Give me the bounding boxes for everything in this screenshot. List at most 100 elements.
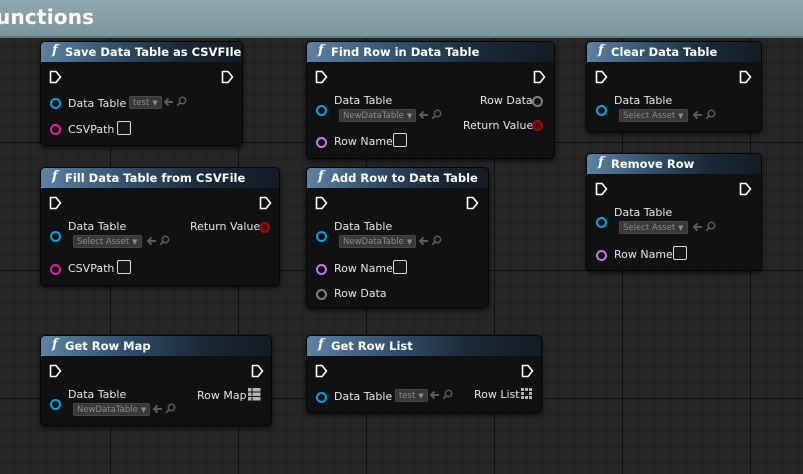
csv-path-checkbox[interactable] xyxy=(117,260,131,274)
use-selected-asset-arrow-icon[interactable] xyxy=(162,97,174,107)
function-icon: f xyxy=(598,155,604,170)
browse-asset-search-icon[interactable] xyxy=(431,235,442,246)
asset-dropdown-value: Select Asset xyxy=(623,111,676,121)
browse-asset-search-icon[interactable] xyxy=(165,403,176,414)
browse-asset-search-icon[interactable] xyxy=(176,96,187,107)
data-table-pin[interactable] xyxy=(596,217,607,228)
asset-dropdown[interactable]: NewDataTable ▼ xyxy=(339,235,417,248)
node-header[interactable]: f Fill Data Table from CSVFile xyxy=(41,168,279,189)
asset-dropdown-value: NewDataTable xyxy=(343,111,404,121)
function-icon: f xyxy=(52,169,58,184)
exec-in-pin-icon[interactable] xyxy=(315,70,328,84)
asset-dropdown-value: NewDataTable xyxy=(77,405,138,415)
data-table-pin[interactable] xyxy=(596,105,607,116)
browse-asset-search-icon[interactable] xyxy=(705,109,716,120)
use-selected-asset-arrow-icon[interactable] xyxy=(691,110,703,120)
data-table-pin[interactable] xyxy=(50,98,61,109)
exec-out-pin-icon[interactable] xyxy=(466,196,479,210)
chevron-down-icon: ▼ xyxy=(418,392,424,400)
return-value-pin[interactable] xyxy=(259,222,270,233)
exec-in-pin-icon[interactable] xyxy=(315,196,328,210)
node-get-row-list[interactable]: f Get Row List Data Table test ▼ Row List xyxy=(306,335,542,413)
row-name-checkbox[interactable] xyxy=(393,260,407,274)
node-fill-data-table-from-csv[interactable]: f Fill Data Table from CSVFile Data Tabl… xyxy=(40,167,280,286)
node-header[interactable]: f Clear Data Table xyxy=(587,42,761,63)
node-header[interactable]: f Save Data Table as CSVFIle xyxy=(41,42,242,63)
data-table-label: Data Table xyxy=(334,220,393,233)
row-name-label: Row Name xyxy=(334,135,393,148)
data-table-pin[interactable] xyxy=(316,105,327,116)
comment-box-header[interactable]: unctions xyxy=(0,0,803,38)
asset-dropdown[interactable]: Select Asset ▼ xyxy=(73,235,142,248)
row-data-label: Row Data xyxy=(334,287,387,300)
exec-out-pin-icon[interactable] xyxy=(521,364,534,378)
browse-asset-search-icon[interactable] xyxy=(159,235,170,246)
data-table-pin[interactable] xyxy=(50,231,61,242)
exec-in-pin-icon[interactable] xyxy=(49,70,62,84)
use-selected-asset-arrow-icon[interactable] xyxy=(417,110,429,120)
exec-in-pin-icon[interactable] xyxy=(49,364,62,378)
use-selected-asset-arrow-icon[interactable] xyxy=(145,236,157,246)
exec-in-pin-icon[interactable] xyxy=(595,182,608,196)
data-table-pin[interactable] xyxy=(316,392,327,403)
node-title: Save Data Table as CSVFIle xyxy=(65,45,242,59)
exec-out-pin-icon[interactable] xyxy=(259,196,272,210)
asset-dropdown[interactable]: test ▼ xyxy=(129,96,162,109)
use-selected-asset-arrow-icon[interactable] xyxy=(691,222,703,232)
row-name-pin[interactable] xyxy=(316,137,327,148)
row-name-checkbox[interactable] xyxy=(673,246,687,260)
browse-asset-search-icon[interactable] xyxy=(431,109,442,120)
asset-dropdown[interactable]: Select Asset ▼ xyxy=(619,221,688,234)
exec-out-pin-icon[interactable] xyxy=(739,70,752,84)
node-header[interactable]: f Find Row in Data Table xyxy=(307,42,554,63)
exec-in-pin-icon[interactable] xyxy=(49,196,62,210)
browse-asset-search-icon[interactable] xyxy=(442,389,453,400)
node-header[interactable]: f Remove Row xyxy=(587,154,761,175)
node-add-row-to-data-table[interactable]: f Add Row to Data Table Data Table NewDa… xyxy=(306,167,489,308)
asset-dropdown[interactable]: NewDataTable ▼ xyxy=(339,109,417,122)
row-data-pin[interactable] xyxy=(316,289,327,300)
chevron-down-icon: ▼ xyxy=(406,238,413,246)
exec-in-pin-icon[interactable] xyxy=(315,364,328,378)
node-header[interactable]: f Get Row List xyxy=(307,336,541,357)
exec-out-pin-icon[interactable] xyxy=(251,364,264,378)
csv-path-label: CSVPath xyxy=(68,262,115,275)
csv-path-pin[interactable] xyxy=(50,264,61,275)
return-value-pin[interactable] xyxy=(532,120,543,131)
function-icon: f xyxy=(598,43,604,58)
node-save-data-table-as-csv[interactable]: f Save Data Table as CSVFIle Data Table … xyxy=(40,41,243,146)
node-remove-row[interactable]: f Remove Row Data Table Select Asset ▼ Ro… xyxy=(586,153,762,271)
exec-in-pin-icon[interactable] xyxy=(595,70,608,84)
browse-asset-search-icon[interactable] xyxy=(705,221,716,232)
row-name-pin[interactable] xyxy=(316,264,327,275)
use-selected-asset-arrow-icon[interactable] xyxy=(428,390,440,400)
asset-dropdown[interactable]: NewDataTable ▼ xyxy=(73,403,151,416)
asset-dropdown[interactable]: test ▼ xyxy=(395,389,428,402)
data-table-pin[interactable] xyxy=(316,231,327,242)
row-name-checkbox[interactable] xyxy=(393,133,407,147)
asset-dropdown-value: test xyxy=(133,98,150,108)
csv-path-pin[interactable] xyxy=(50,124,61,135)
array-grid-icon[interactable] xyxy=(521,388,532,399)
csv-path-checkbox[interactable] xyxy=(117,121,131,135)
map-grid-icon[interactable] xyxy=(248,388,261,401)
data-table-label: Data Table xyxy=(334,94,393,107)
function-icon: f xyxy=(318,43,324,58)
node-find-row-in-data-table[interactable]: f Find Row in Data Table Data Table NewD… xyxy=(306,41,555,159)
row-data-pin[interactable] xyxy=(532,96,543,107)
row-name-pin[interactable] xyxy=(596,250,607,261)
node-header[interactable]: f Get Row Map xyxy=(41,336,271,357)
use-selected-asset-arrow-icon[interactable] xyxy=(151,404,163,414)
chevron-down-icon: ▼ xyxy=(406,112,413,120)
exec-out-pin-icon[interactable] xyxy=(221,70,234,84)
data-table-pin[interactable] xyxy=(50,399,61,410)
node-header[interactable]: f Add Row to Data Table xyxy=(307,168,488,189)
row-list-label: Row List xyxy=(474,388,520,401)
node-get-row-map[interactable]: f Get Row Map Data Table NewDataTable ▼ R… xyxy=(40,335,272,426)
use-selected-asset-arrow-icon[interactable] xyxy=(417,236,429,246)
asset-dropdown[interactable]: Select Asset ▼ xyxy=(619,109,688,122)
data-table-label: Data Table xyxy=(68,388,127,401)
exec-out-pin-icon[interactable] xyxy=(739,182,752,196)
exec-out-pin-icon[interactable] xyxy=(533,70,546,84)
node-clear-data-table[interactable]: f Clear Data Table Data Table Select Ass… xyxy=(586,41,762,132)
